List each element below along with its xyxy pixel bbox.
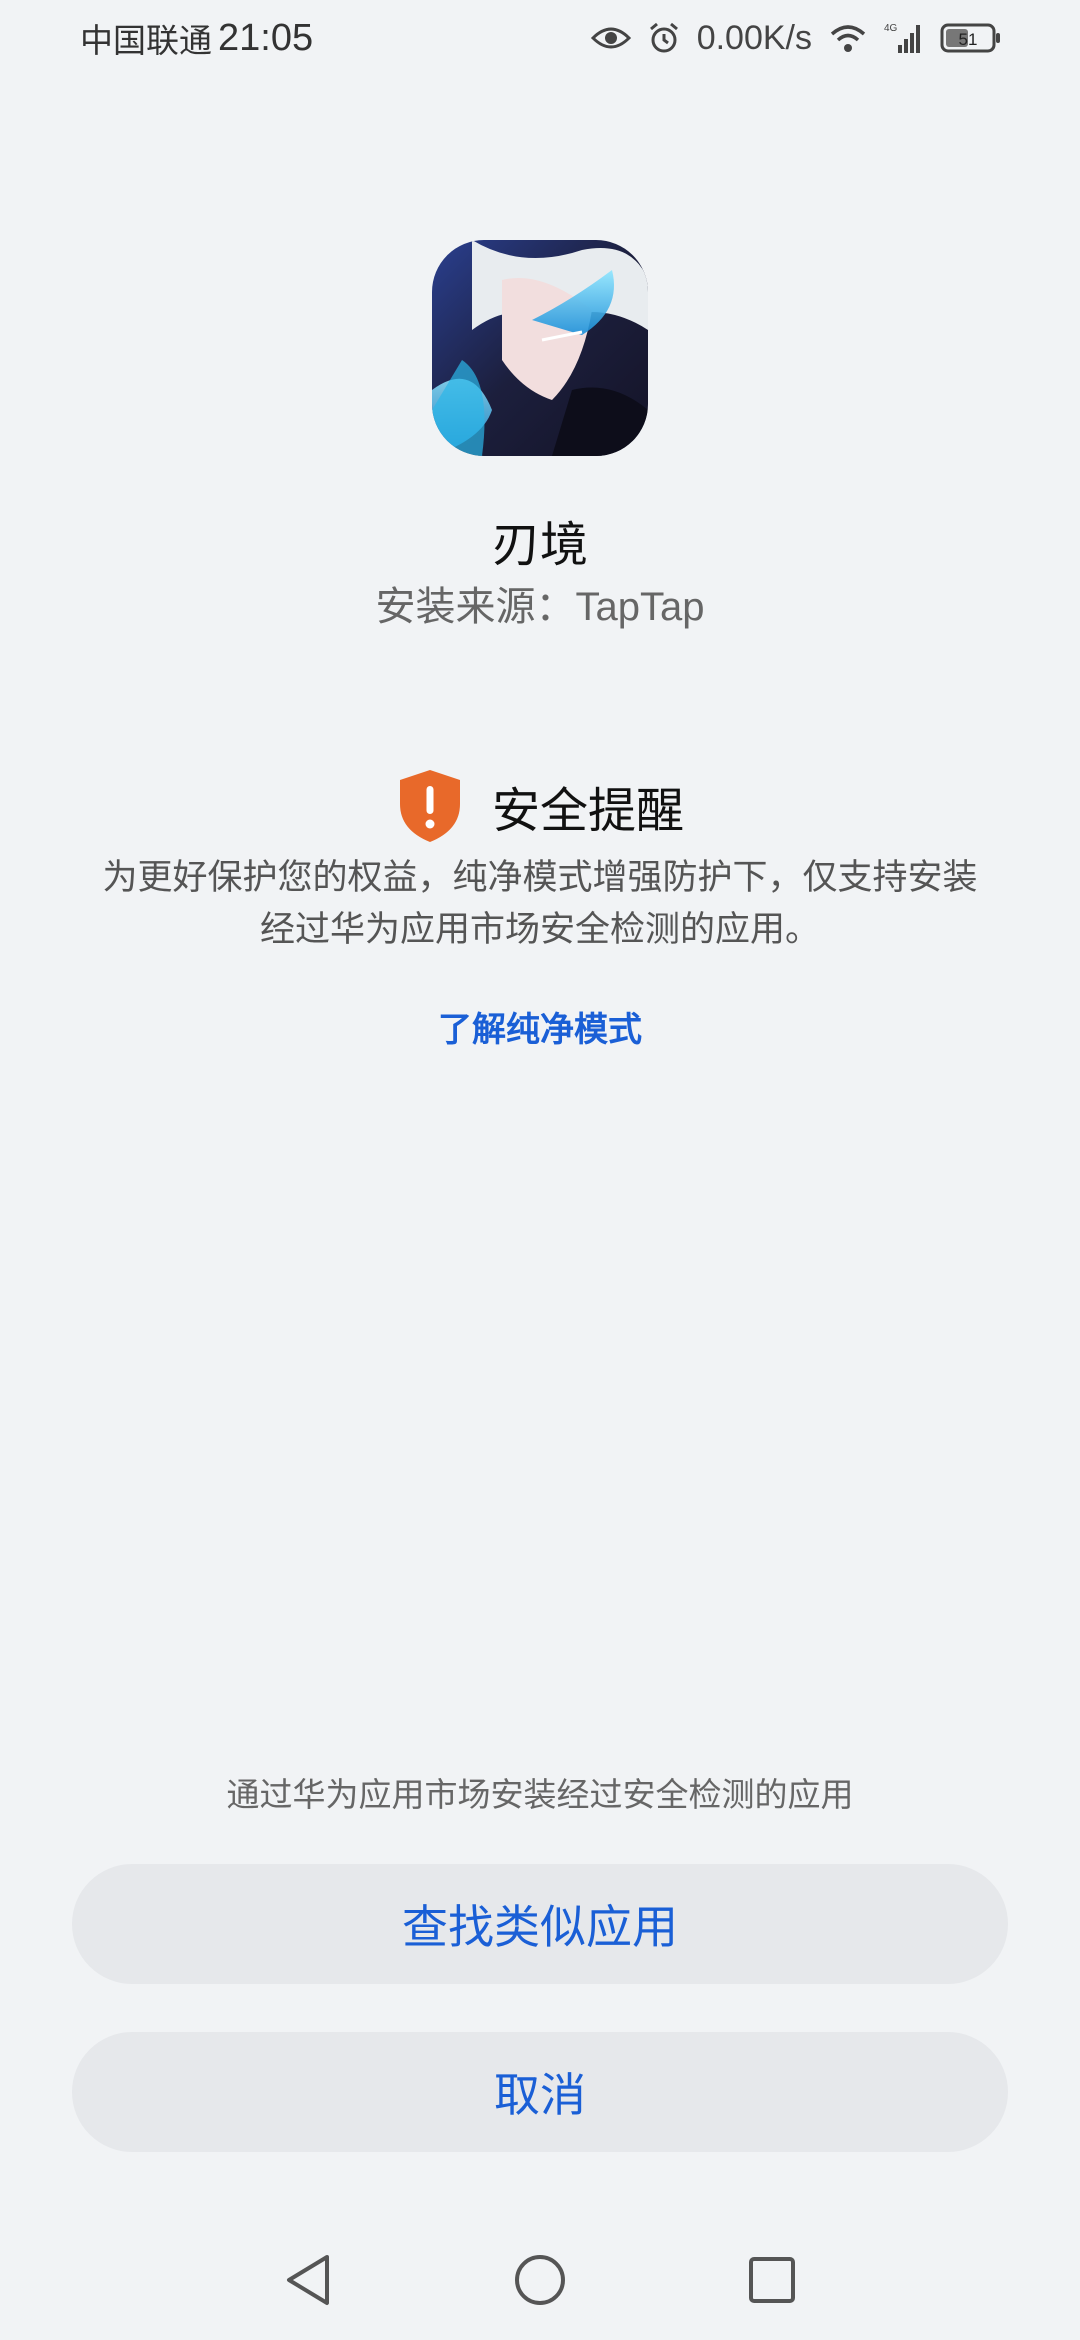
alert-message-line1: 为更好保护您的权益，纯净模式增强防护下，仅支持安装	[102, 858, 978, 898]
alert-message: 为更好保护您的权益，纯净模式增强防护下，仅支持安装 经过华为应用市场安全检测的应…	[80, 852, 1000, 956]
install-source-label: 安装来源：	[375, 584, 576, 630]
install-source-name: TapTap	[575, 585, 705, 629]
learn-pure-mode-link[interactable]: 了解纯净模式	[0, 1002, 1080, 1051]
status-left: 中国联通 21:05	[80, 14, 313, 62]
navigation-bar	[0, 2230, 1080, 2330]
find-similar-apps-button[interactable]: 查找类似应用	[72, 1864, 1008, 1984]
network-type-label: 4G	[884, 23, 898, 34]
battery-icon: 51	[940, 22, 1002, 54]
alert-title: 安全提醒	[491, 783, 684, 839]
battery-level: 51	[959, 30, 978, 49]
status-bar: 中国联通 21:05 0.00K/s 4G 51	[0, 0, 1080, 76]
security-alert-header: 安全提醒	[0, 768, 1080, 844]
wifi-icon	[828, 22, 868, 54]
footer-hint: 通过华为应用市场安装经过安全检测的应用	[226, 1775, 854, 1814]
carrier-name: 中国联通	[80, 21, 212, 60]
back-icon[interactable]	[278, 2250, 338, 2310]
network-speed: 0.00K/s	[696, 18, 812, 57]
alarm-icon	[647, 21, 681, 55]
app-name: 刃境	[491, 517, 588, 573]
status-right: 0.00K/s 4G 51	[590, 18, 1002, 58]
clock: 21:05	[218, 16, 314, 59]
eye-icon	[590, 24, 631, 52]
shield-warning-icon	[396, 768, 464, 844]
home-icon[interactable]	[510, 2250, 570, 2310]
install-source: 安装来源：TapTap	[0, 574, 1080, 632]
cancel-button[interactable]: 取消	[72, 2032, 1008, 2152]
app-icon	[432, 240, 648, 456]
recents-icon[interactable]	[742, 2250, 802, 2310]
signal-icon: 4G	[884, 21, 924, 55]
alert-message-line2: 经过华为应用市场安全检测的应用。	[259, 910, 820, 950]
